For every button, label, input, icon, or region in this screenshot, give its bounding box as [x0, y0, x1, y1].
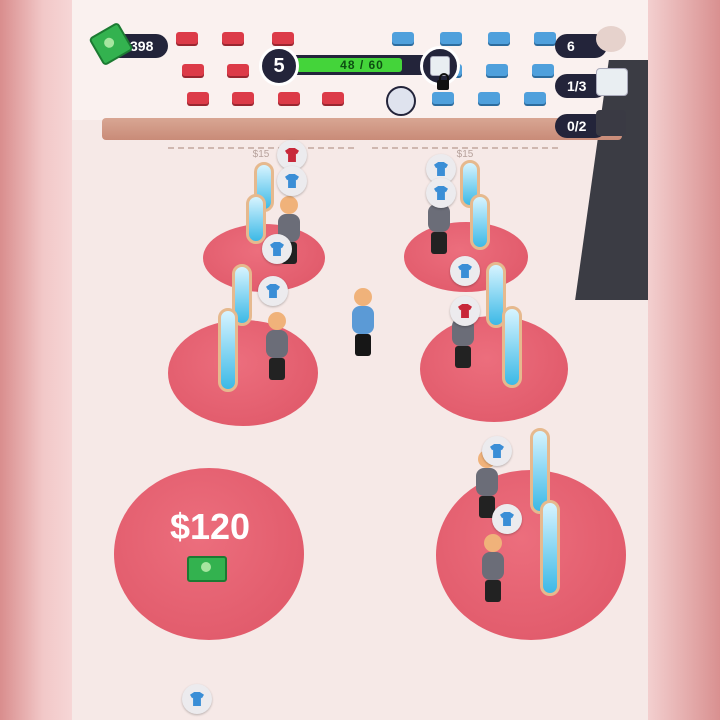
- mirror: [218, 308, 238, 392]
- tshirt-icon: [434, 162, 448, 176]
- want-bubble: [277, 166, 307, 196]
- blue-shirt-shelf: [488, 32, 510, 44]
- buy-area-mat[interactable]: [114, 468, 304, 640]
- red-shirt-shelf: [176, 32, 198, 44]
- tshirt-icon: [490, 444, 504, 458]
- stat-3-value: 0/2: [567, 118, 587, 134]
- worker-avatar-icon[interactable]: [386, 86, 416, 116]
- blue-shirt-shelf: [486, 64, 508, 76]
- blue-shirt-shelf: [524, 92, 546, 104]
- tshirt-icon: [434, 186, 448, 200]
- want-bubble: [492, 504, 522, 534]
- stat-2-value: 1/3: [567, 78, 587, 94]
- red-shirt-shelf: [322, 92, 344, 104]
- tshirt-icon: [270, 242, 284, 256]
- tshirt-icon: [285, 148, 299, 162]
- red-shirt-shelf: [182, 64, 204, 76]
- game-viewport[interactable]: $15 $15: [72, 0, 648, 720]
- lock-icon: [437, 73, 449, 90]
- level-badge: 5: [259, 46, 299, 86]
- tshirt-icon: [190, 692, 204, 706]
- display-stand-icon: [596, 26, 626, 52]
- tshirt-icon: [500, 512, 514, 526]
- shirt-box-icon: [596, 68, 628, 96]
- red-shirt-shelf: [232, 92, 254, 104]
- tshirt-icon: [285, 174, 299, 188]
- blue-shirt-shelf: [432, 92, 454, 104]
- mirror: [246, 194, 266, 244]
- want-bubble: [426, 178, 456, 208]
- tshirt-icon: [458, 304, 472, 318]
- stat-1-value: 6: [567, 38, 575, 54]
- red-shirt-shelf: [278, 92, 300, 104]
- blue-shirt-shelf: [440, 32, 462, 44]
- want-bubble: [450, 256, 480, 286]
- mirror: [502, 306, 522, 388]
- blue-shirt-shelf: [534, 32, 556, 44]
- want-bubble: [258, 276, 288, 306]
- xp-progress-text: 48 / 60: [340, 58, 384, 72]
- money-amount: 398: [130, 38, 154, 54]
- price-tag-right-label: $15: [456, 149, 474, 160]
- player-character[interactable]: [352, 288, 374, 356]
- tshirt-icon: [458, 264, 472, 278]
- xp-progress-bar: 48 / 60: [292, 55, 432, 75]
- red-shirt-shelf: [272, 32, 294, 44]
- blue-shirt-shelf: [478, 92, 500, 104]
- want-bubble: [482, 436, 512, 466]
- mirror: [470, 194, 490, 250]
- cash-icon: [187, 556, 227, 582]
- fitting-room-mat[interactable]: [420, 316, 568, 422]
- price-tag-left: $15: [168, 147, 354, 163]
- blue-shirt-shelf: [392, 32, 414, 44]
- buy-area-price: $120: [169, 506, 251, 547]
- red-shirt-shelf: [222, 32, 244, 44]
- want-bubble: [450, 296, 480, 326]
- fitting-room-mat[interactable]: [168, 320, 318, 426]
- customer: [266, 312, 288, 380]
- cash-register-icon: [596, 110, 626, 136]
- store-counter: [102, 118, 622, 140]
- mirror: [540, 500, 560, 596]
- red-shirt-shelf: [227, 64, 249, 76]
- level-number: 5: [273, 54, 285, 77]
- tshirt-icon: [266, 284, 280, 298]
- customer: [482, 534, 504, 602]
- want-bubble: [262, 234, 292, 264]
- red-shirt-shelf: [187, 92, 209, 104]
- want-bubble: [182, 684, 212, 714]
- blue-shirt-shelf: [532, 64, 554, 76]
- price-tag-left-label: $15: [252, 149, 270, 160]
